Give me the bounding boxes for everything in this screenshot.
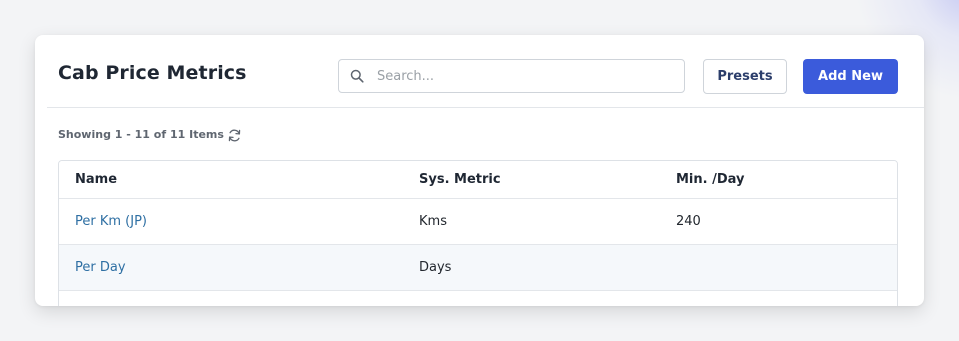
metrics-card: Cab Price Metrics Presets Add New Showin… — [35, 35, 924, 306]
row-sys-metric: Days — [419, 260, 452, 275]
search-box[interactable] — [338, 59, 685, 93]
row-sys-metric: Kms — [419, 214, 447, 229]
header-divider — [47, 107, 924, 108]
row-name-link[interactable]: Per Day — [75, 245, 126, 290]
table-row[interactable]: Per Km (JP) Kms 240 — [59, 199, 897, 245]
search-input[interactable] — [377, 60, 677, 92]
page-background: Cab Price Metrics Presets Add New Showin… — [0, 0, 959, 341]
column-header-min-per-day[interactable]: Min. /Day — [676, 161, 745, 198]
search-icon — [350, 69, 364, 83]
add-new-button[interactable]: Add New — [803, 59, 898, 94]
refresh-icon[interactable] — [227, 128, 242, 143]
page-title: Cab Price Metrics — [58, 62, 247, 84]
presets-button[interactable]: Presets — [703, 59, 787, 94]
card-header: Cab Price Metrics Presets Add New — [35, 35, 924, 107]
row-name-link[interactable]: Per Km (JP) — [75, 199, 147, 244]
items-summary: Showing 1 - 11 of 11 Items — [58, 128, 224, 141]
column-header-name[interactable]: Name — [75, 161, 117, 198]
table-row[interactable]: Per Day Days — [59, 245, 897, 291]
row-min-per-day: 240 — [676, 214, 701, 229]
column-header-sys-metric[interactable]: Sys. Metric — [419, 161, 501, 198]
metrics-table: Name Sys. Metric Min. /Day Per Km (JP) K… — [58, 160, 898, 306]
table-header-row: Name Sys. Metric Min. /Day — [59, 161, 897, 199]
